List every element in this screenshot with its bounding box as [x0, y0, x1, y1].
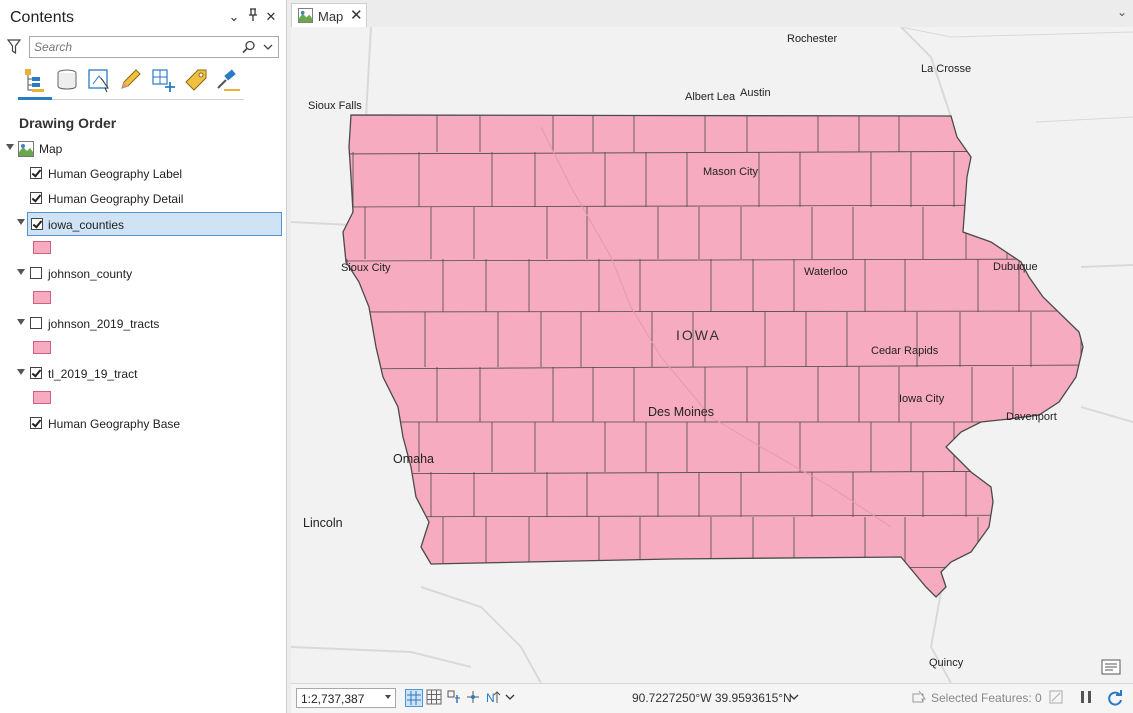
- iowa-counties-layer: [342, 114, 1084, 598]
- city-label: Des Moines: [648, 405, 714, 419]
- list-by-drawing-order-icon[interactable]: [22, 66, 50, 94]
- city-label: Iowa City: [899, 393, 945, 405]
- list-by-editing-icon[interactable]: [118, 66, 146, 94]
- city-label: Sioux Falls: [308, 100, 362, 112]
- layer-human-geography-detail[interactable]: Human Geography Detail: [0, 187, 284, 211]
- clear-selection-icon[interactable]: [1048, 689, 1066, 707]
- list-by-perspective-imagery-icon[interactable]: [214, 66, 242, 94]
- layer-visibility-checkbox[interactable]: [31, 218, 43, 230]
- city-label: La Crosse: [921, 63, 971, 75]
- city-label: Waterloo: [804, 266, 848, 278]
- chevron-down-icon[interactable]: [505, 691, 523, 709]
- map-canvas[interactable]: IOWA Rochester La Crosse Sioux Falls Alb…: [291, 27, 1133, 683]
- layer-johnson-county[interactable]: johnson_county: [0, 262, 284, 286]
- iowa-state-fill[interactable]: [343, 115, 1083, 597]
- layer-symbol-swatch[interactable]: [33, 241, 51, 254]
- pane-options-chevron-icon[interactable]: ⌄: [226, 8, 242, 26]
- tab-map-label: Map: [318, 9, 344, 24]
- layer-visibility-checkbox[interactable]: [30, 167, 42, 179]
- search-input[interactable]: [34, 39, 234, 55]
- pin-icon[interactable]: [245, 8, 261, 26]
- layer-label: johnson_2019_tracts: [48, 317, 160, 331]
- state-label-iowa: IOWA: [676, 327, 721, 343]
- list-by-data-source-icon[interactable]: [54, 66, 82, 94]
- city-label: Quincy: [929, 657, 964, 669]
- contents-title: Contents: [10, 9, 75, 26]
- drawing-order-heading: Drawing Order: [19, 115, 117, 131]
- list-by-toolbar: [18, 66, 244, 100]
- search-box: [29, 36, 279, 58]
- layer-label: iowa_counties: [48, 218, 125, 232]
- active-tool-indicator: [18, 97, 52, 100]
- filter-icon[interactable]: [6, 39, 22, 58]
- city-label: Lincoln: [303, 516, 343, 530]
- city-label: Albert Lea: [685, 91, 736, 103]
- layer-label: Human Geography Label: [48, 167, 183, 181]
- city-label: Austin: [740, 87, 771, 99]
- collapse-triangle-icon[interactable]: [17, 369, 25, 375]
- scale-select[interactable]: 1:2,737,387: [296, 688, 396, 708]
- close-tab-icon[interactable]: ✕: [350, 6, 363, 24]
- selected-features-icon[interactable]: [911, 689, 929, 707]
- snapping-icon[interactable]: [446, 689, 464, 707]
- layer-tl-2019-19-tract[interactable]: tl_2019_19_tract: [0, 362, 284, 386]
- scale-value: 1:2,737,387: [301, 692, 365, 706]
- collapse-triangle-icon[interactable]: [6, 144, 14, 150]
- list-by-labeling-icon[interactable]: [182, 66, 210, 94]
- tab-map[interactable]: Map ✕: [291, 3, 367, 27]
- collapse-triangle-icon[interactable]: [17, 269, 25, 275]
- north-arrow-icon[interactable]: N: [485, 689, 503, 707]
- layer-visibility-checkbox[interactable]: [30, 417, 42, 429]
- svg-text:N: N: [486, 691, 495, 705]
- layer-human-geography-label[interactable]: Human Geography Label: [0, 162, 284, 186]
- layer-label: johnson_county: [48, 267, 133, 281]
- grid-icon[interactable]: [426, 689, 444, 707]
- search-icon[interactable]: [242, 40, 256, 57]
- pause-drawing-icon[interactable]: [1078, 689, 1096, 707]
- map-icon: [298, 8, 313, 26]
- city-label: Davenport: [1006, 411, 1057, 423]
- chevron-down-icon[interactable]: [385, 695, 391, 699]
- coordinate-format-chevron-icon[interactable]: [789, 691, 807, 709]
- layer-johnson-2019-tracts[interactable]: johnson_2019_tracts: [0, 312, 284, 336]
- layer-visibility-checkbox[interactable]: [30, 267, 42, 279]
- city-label: Rochester: [787, 33, 837, 45]
- map-icon: [18, 141, 34, 160]
- layer-label: Human Geography Base: [48, 417, 181, 431]
- contents-pane: Contents ⌄ ✕ Search Drawing Order Map Hu…: [0, 0, 287, 713]
- map-view[interactable]: IOWA Rochester La Crosse Sioux Falls Alb…: [291, 27, 1133, 683]
- grid-snap-icon[interactable]: [405, 689, 423, 707]
- map-node-label: Map: [39, 142, 63, 156]
- layer-symbol-swatch[interactable]: [33, 391, 51, 404]
- layer-visibility-checkbox[interactable]: [30, 192, 42, 204]
- list-by-snapping-icon[interactable]: [150, 66, 178, 94]
- close-pane-icon[interactable]: ✕: [263, 8, 279, 26]
- search-options-chevron-icon[interactable]: [263, 41, 273, 55]
- collapse-triangle-icon[interactable]: [17, 319, 25, 325]
- layer-visibility-checkbox[interactable]: [30, 317, 42, 329]
- tab-overflow-chevron-icon[interactable]: ⌄: [1117, 5, 1127, 19]
- collapse-triangle-icon[interactable]: [17, 219, 25, 225]
- layer-visibility-checkbox[interactable]: [30, 367, 42, 379]
- layer-iowa-counties[interactable]: iowa_counties: [27, 212, 282, 236]
- layer-label: Human Geography Detail: [48, 192, 184, 206]
- city-label: Dubuque: [993, 261, 1038, 273]
- city-label: Omaha: [393, 452, 434, 466]
- list-by-selection-icon[interactable]: [86, 66, 114, 94]
- view-tab-strip: Map ✕ ⌄: [287, 0, 1133, 27]
- map-node[interactable]: Map: [0, 137, 284, 161]
- layer-symbol-swatch[interactable]: [33, 341, 51, 354]
- layer-human-geography-base[interactable]: Human Geography Base: [0, 412, 284, 436]
- constraint-icon[interactable]: [465, 689, 483, 707]
- layer-symbol-swatch[interactable]: [33, 291, 51, 304]
- selected-features-count: Selected Features: 0: [931, 691, 1042, 705]
- coordinate-readout: 90.7227250°W 39.9593615°N: [632, 691, 792, 705]
- city-label: Cedar Rapids: [871, 345, 939, 357]
- refresh-icon[interactable]: [1106, 689, 1124, 707]
- city-label: Mason City: [703, 166, 759, 178]
- city-label: Sioux City: [341, 262, 391, 274]
- map-status-bar: 1:2,737,387 N 90.7227250°W 39.9593615°N …: [291, 683, 1133, 713]
- layer-label: tl_2019_19_tract: [48, 367, 138, 381]
